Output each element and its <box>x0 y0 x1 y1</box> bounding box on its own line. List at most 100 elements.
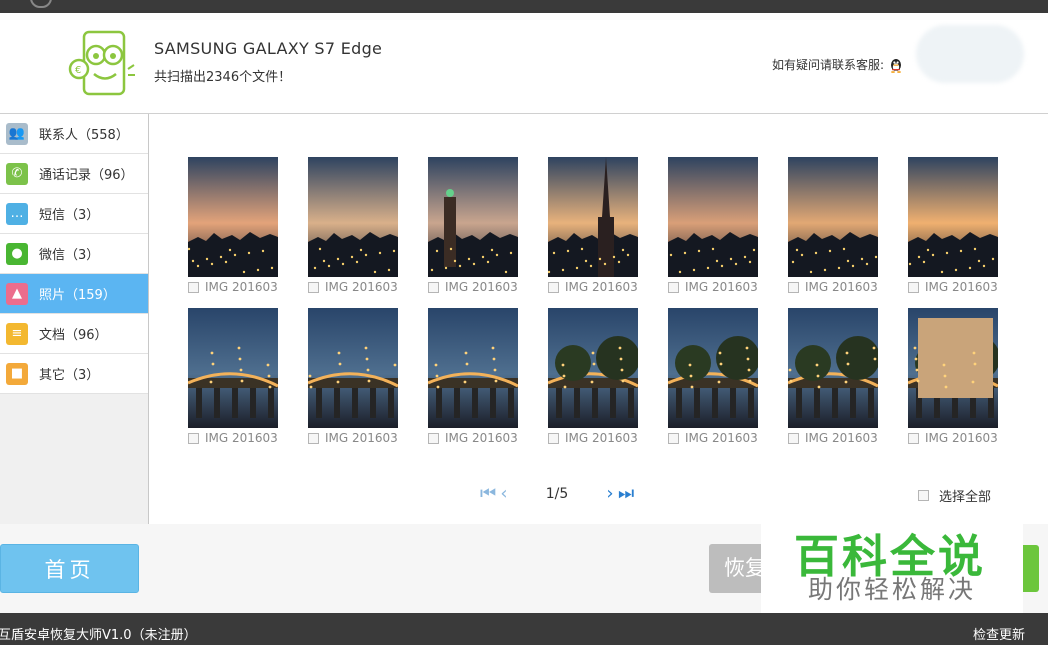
photo-caption: IMG 201603... <box>308 279 398 295</box>
photo-item[interactable]: IMG 201603... <box>308 157 398 295</box>
photo-item[interactable]: IMG 201603... <box>428 308 518 445</box>
photo-name: IMG 201603... <box>685 280 758 294</box>
photo-name: IMG 201603... <box>325 280 398 294</box>
other-icon: ■ <box>6 362 28 385</box>
photo-caption: IMG 201603... <box>908 279 998 295</box>
photo-item[interactable]: IMG 201603... <box>788 308 878 446</box>
first-page-icon[interactable]: ⏮ <box>480 485 496 503</box>
photo-item[interactable]: IMG 201603... <box>908 157 998 295</box>
shield-logo-icon <box>30 0 52 8</box>
photo-caption: IMG 201603... <box>548 430 638 446</box>
photo-thumbnail[interactable] <box>548 308 638 428</box>
photo-thumbnail[interactable] <box>428 308 518 428</box>
qq-penguin-icon[interactable] <box>888 57 904 73</box>
photo-item[interactable]: IMG 201603... <box>308 308 398 446</box>
device-name: SAMSUNG GALAXY S7 Edge <box>154 39 383 58</box>
photo-checkbox[interactable] <box>428 281 439 293</box>
next-page-icon[interactable]: › <box>602 485 618 503</box>
photo-caption: IMG 201603... <box>788 279 878 295</box>
pagination: ⏮ ‹ 1/5 › ⏭ <box>480 484 670 504</box>
photo-thumbnail[interactable] <box>908 157 998 277</box>
last-page-icon[interactable]: ⏭ <box>618 485 634 503</box>
photo-caption: IMG 201603... <box>668 430 758 446</box>
photo-name: IMG 201603... <box>925 280 998 294</box>
select-all-checkbox[interactable] <box>918 490 929 501</box>
sidebar-item[interactable]: 👥 联系人（558） <box>0 114 148 154</box>
photo-thumbnail[interactable] <box>668 308 758 428</box>
photo-name: IMG 201603... <box>205 431 278 445</box>
sidebar-item-label: 其它（3） <box>39 368 100 383</box>
status-bar: 互盾安卓恢复大师V1.0（未注册） 检查更新 <box>0 613 1048 645</box>
photo-checkbox[interactable] <box>668 281 679 293</box>
photo-thumbnail[interactable] <box>788 157 878 277</box>
sidebar-item-label: 联系人（558） <box>39 128 129 143</box>
sidebar-item[interactable]: ● 微信（3） <box>0 234 148 274</box>
photo-checkbox[interactable] <box>788 281 799 293</box>
sidebar-item[interactable]: ▲ 照片（159） <box>0 274 148 314</box>
sidebar-item[interactable]: … 短信（3） <box>0 194 148 234</box>
photo-name: IMG 201603... <box>685 431 758 445</box>
photo-thumbnail[interactable] <box>188 308 278 428</box>
photo-thumbnail[interactable] <box>788 308 878 428</box>
photo-checkbox[interactable] <box>428 432 439 444</box>
select-all-label: 选择全部 <box>939 490 992 505</box>
photo-thumbnail[interactable] <box>428 157 518 277</box>
photo-thumbnail[interactable] <box>188 157 278 277</box>
photo-item[interactable]: IMG 201603... <box>188 157 278 294</box>
app-version-title: 互盾安卓恢复大师V1.0（未注册） <box>0 628 197 643</box>
photo-checkbox[interactable] <box>188 281 199 293</box>
photo-checkbox[interactable] <box>908 281 919 293</box>
select-all[interactable]: 选择全部 <box>918 486 991 505</box>
photo-item[interactable]: IMG 201603... <box>548 157 638 294</box>
category-sidebar: 👥 联系人（558） ✆ 通话记录（96） … 短信（3） ● 微信（3） ▲ 照片（159） ≡ 文… <box>0 114 149 524</box>
sidebar-item-label: 通话记录（96） <box>39 168 134 183</box>
photo-caption: IMG 201603... <box>188 430 278 446</box>
photo-thumbnail[interactable] <box>308 308 398 428</box>
photo-item[interactable]: IMG 201603... <box>788 157 878 295</box>
photo-checkbox[interactable] <box>788 432 799 444</box>
photo-name: IMG 201603... <box>205 280 278 294</box>
photo-checkbox[interactable] <box>668 432 679 444</box>
home-button[interactable]: 首页 <box>0 544 139 593</box>
photo-checkbox[interactable] <box>908 432 919 444</box>
photo-name: IMG 201603... <box>565 431 638 445</box>
photo-item[interactable]: IMG 201603... <box>908 308 998 445</box>
photo-caption: IMG 201603... <box>308 430 398 446</box>
photo-name: IMG 201603... <box>445 280 518 294</box>
photo-checkbox[interactable] <box>308 281 319 293</box>
photo-item[interactable]: IMG 201603... <box>188 308 278 446</box>
photo-caption: IMG 201603... <box>788 430 878 446</box>
photo-name: IMG 201603... <box>565 280 638 294</box>
photo-caption: IMG 201603... <box>668 279 758 295</box>
svg-text:€: € <box>75 65 81 76</box>
photo-item[interactable]: IMG 201603... <box>428 157 518 294</box>
photo-checkbox[interactable] <box>548 281 559 293</box>
sidebar-item[interactable]: ✆ 通话记录（96） <box>0 154 148 194</box>
photo-checkbox[interactable] <box>188 432 199 444</box>
check-update-link[interactable]: 检查更新 <box>973 624 1025 643</box>
photo-thumbnail[interactable] <box>908 308 998 428</box>
photo-checkbox[interactable] <box>548 432 559 444</box>
action-bar: 首页 恢复 百科全说 助你轻松解决 <box>0 520 1048 620</box>
sidebar-item-label: 短信（3） <box>39 208 100 223</box>
phone-mascot-icon: € <box>68 30 135 96</box>
photo-checkbox[interactable] <box>308 432 319 444</box>
photo-grid: IMG 201603... IMG 201603... IMG 201603... I… <box>188 157 998 446</box>
sidebar-item[interactable]: ■ 其它（3） <box>0 354 148 394</box>
photo-thumbnail[interactable] <box>308 157 398 277</box>
photo-name: IMG 201603... <box>805 431 878 445</box>
sidebar-item-label: 文档（96） <box>39 328 108 343</box>
photo-thumbnail[interactable] <box>548 157 638 277</box>
scan-count-text: 共扫描出2346个文件！ <box>154 70 292 85</box>
photo-item[interactable]: IMG 201603... <box>548 308 638 446</box>
customer-service: 如有疑问请联系客服: <box>772 56 904 73</box>
sidebar-item-label: 微信（3） <box>39 248 100 263</box>
photo-item[interactable]: IMG 201603... <box>668 308 758 446</box>
prev-page-icon[interactable]: ‹ <box>496 485 512 503</box>
photo-item[interactable]: IMG 201603... <box>668 157 758 295</box>
sidebar-item[interactable]: ≡ 文档（96） <box>0 314 148 354</box>
photo-panel: IMG 201603... IMG 201603... IMG 201603... I… <box>150 114 1048 524</box>
qq-number-redacted <box>916 25 1024 83</box>
call-log-icon: ✆ <box>6 162 28 185</box>
photo-thumbnail[interactable] <box>668 157 758 277</box>
